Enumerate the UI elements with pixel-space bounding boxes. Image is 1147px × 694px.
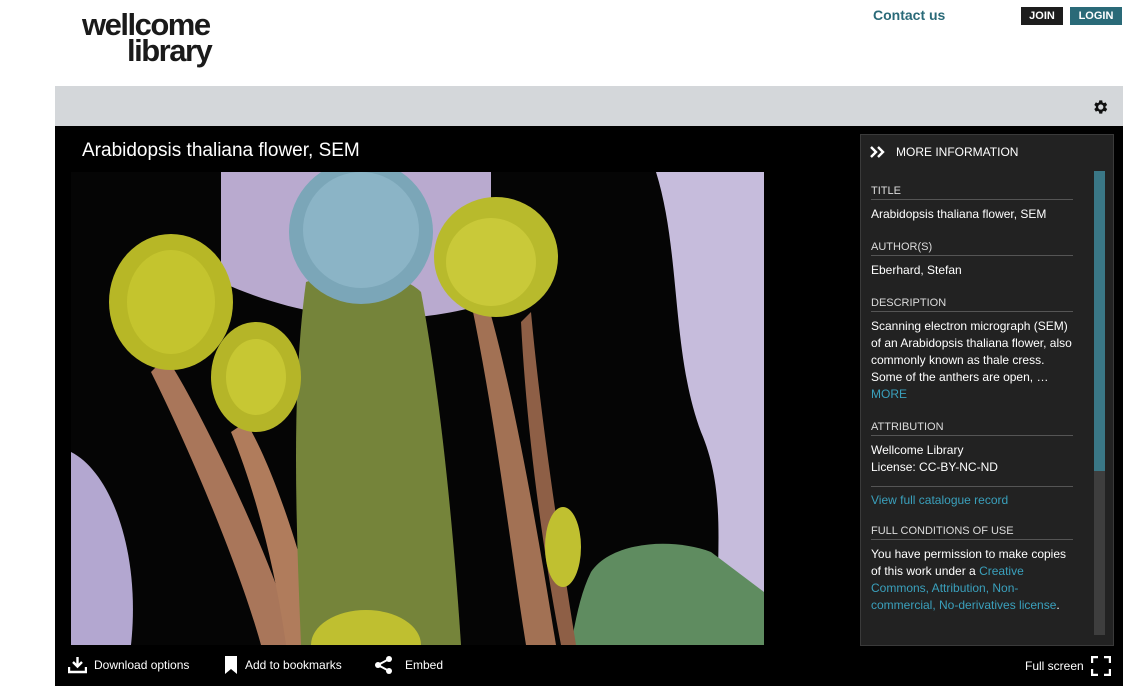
embed-button[interactable]: Embed bbox=[374, 656, 443, 674]
viewer-toolbar bbox=[55, 86, 1123, 126]
title-label: TITLE bbox=[871, 185, 1073, 200]
attribution-label: ATTRIBUTION bbox=[871, 421, 1073, 436]
author-value: Eberhard, Stefan bbox=[871, 263, 962, 277]
description-value: Scanning electron micrograph (SEM) of an… bbox=[871, 318, 1073, 403]
more-information-panel: MORE INFORMATION TITLE Arabidopsis thali… bbox=[860, 134, 1114, 646]
download-options-button[interactable]: Download options bbox=[68, 656, 189, 674]
more-information-toggle[interactable]: MORE INFORMATION bbox=[870, 145, 1018, 159]
wellcome-library-logo[interactable]: wellcome library bbox=[82, 9, 232, 66]
conditions-end: . bbox=[1056, 598, 1060, 612]
full-screen-label: Full screen bbox=[1025, 659, 1084, 673]
attribution-section: ATTRIBUTION Wellcome Library License: CC… bbox=[871, 421, 1073, 476]
gear-icon[interactable] bbox=[1091, 98, 1109, 116]
title-section: TITLE Arabidopsis thaliana flower, SEM bbox=[871, 185, 1073, 223]
panel-scrollbar-thumb[interactable] bbox=[1094, 171, 1105, 471]
embed-label: Embed bbox=[405, 658, 444, 672]
download-icon bbox=[68, 657, 87, 674]
share-icon bbox=[375, 656, 392, 674]
join-button[interactable]: JOIN bbox=[1021, 7, 1063, 25]
double-chevron-right-icon bbox=[870, 146, 885, 158]
attribution-line-2: License: CC-BY-NC-ND bbox=[871, 460, 998, 474]
panel-body: TITLE Arabidopsis thaliana flower, SEM A… bbox=[871, 185, 1073, 632]
conditions-label: FULL CONDITIONS OF USE bbox=[871, 525, 1073, 540]
author-section: AUTHOR(S) Eberhard, Stefan bbox=[871, 241, 1073, 279]
panel-heading: MORE INFORMATION bbox=[896, 145, 1019, 159]
panel-scrollbar[interactable] bbox=[1094, 171, 1105, 635]
description-section: DESCRIPTION Scanning electron micrograph… bbox=[871, 297, 1073, 403]
add-to-bookmarks-button[interactable]: Add to bookmarks bbox=[224, 656, 342, 674]
contact-us-link[interactable]: Contact us bbox=[873, 7, 945, 23]
full-screen-button[interactable]: Full screen bbox=[1025, 656, 1111, 676]
image-title: Arabidopsis thaliana flower, SEM bbox=[82, 140, 360, 161]
attribution-line-1: Wellcome Library bbox=[871, 443, 964, 457]
add-to-bookmarks-label: Add to bookmarks bbox=[245, 658, 342, 672]
conditions-text: You have permission to make copies of th… bbox=[871, 547, 1066, 578]
conditions-value: You have permission to make copies of th… bbox=[871, 546, 1073, 614]
viewer-bottom-bar: Download options Add to bookmarks Embed … bbox=[55, 646, 1123, 686]
description-more-link[interactable]: MORE bbox=[871, 387, 907, 401]
login-button[interactable]: LOGIN bbox=[1070, 7, 1122, 25]
divider bbox=[871, 486, 1073, 487]
bookmark-icon bbox=[225, 656, 237, 674]
flower-sem-image[interactable] bbox=[71, 172, 764, 645]
view-catalogue-link[interactable]: View full catalogue record bbox=[871, 493, 1008, 507]
description-ellipsis: … bbox=[1036, 370, 1049, 384]
author-label: AUTHOR(S) bbox=[871, 241, 1073, 256]
fullscreen-icon bbox=[1090, 656, 1111, 676]
description-label: DESCRIPTION bbox=[871, 297, 1073, 312]
title-value: Arabidopsis thaliana flower, SEM bbox=[871, 207, 1047, 221]
conditions-section: FULL CONDITIONS OF USE You have permissi… bbox=[871, 525, 1073, 614]
download-options-label: Download options bbox=[94, 658, 190, 672]
image-viewer: Arabidopsis thaliana flower, SEM MORE IN… bbox=[55, 126, 1123, 686]
catalogue-section: View full catalogue record bbox=[871, 493, 1073, 507]
